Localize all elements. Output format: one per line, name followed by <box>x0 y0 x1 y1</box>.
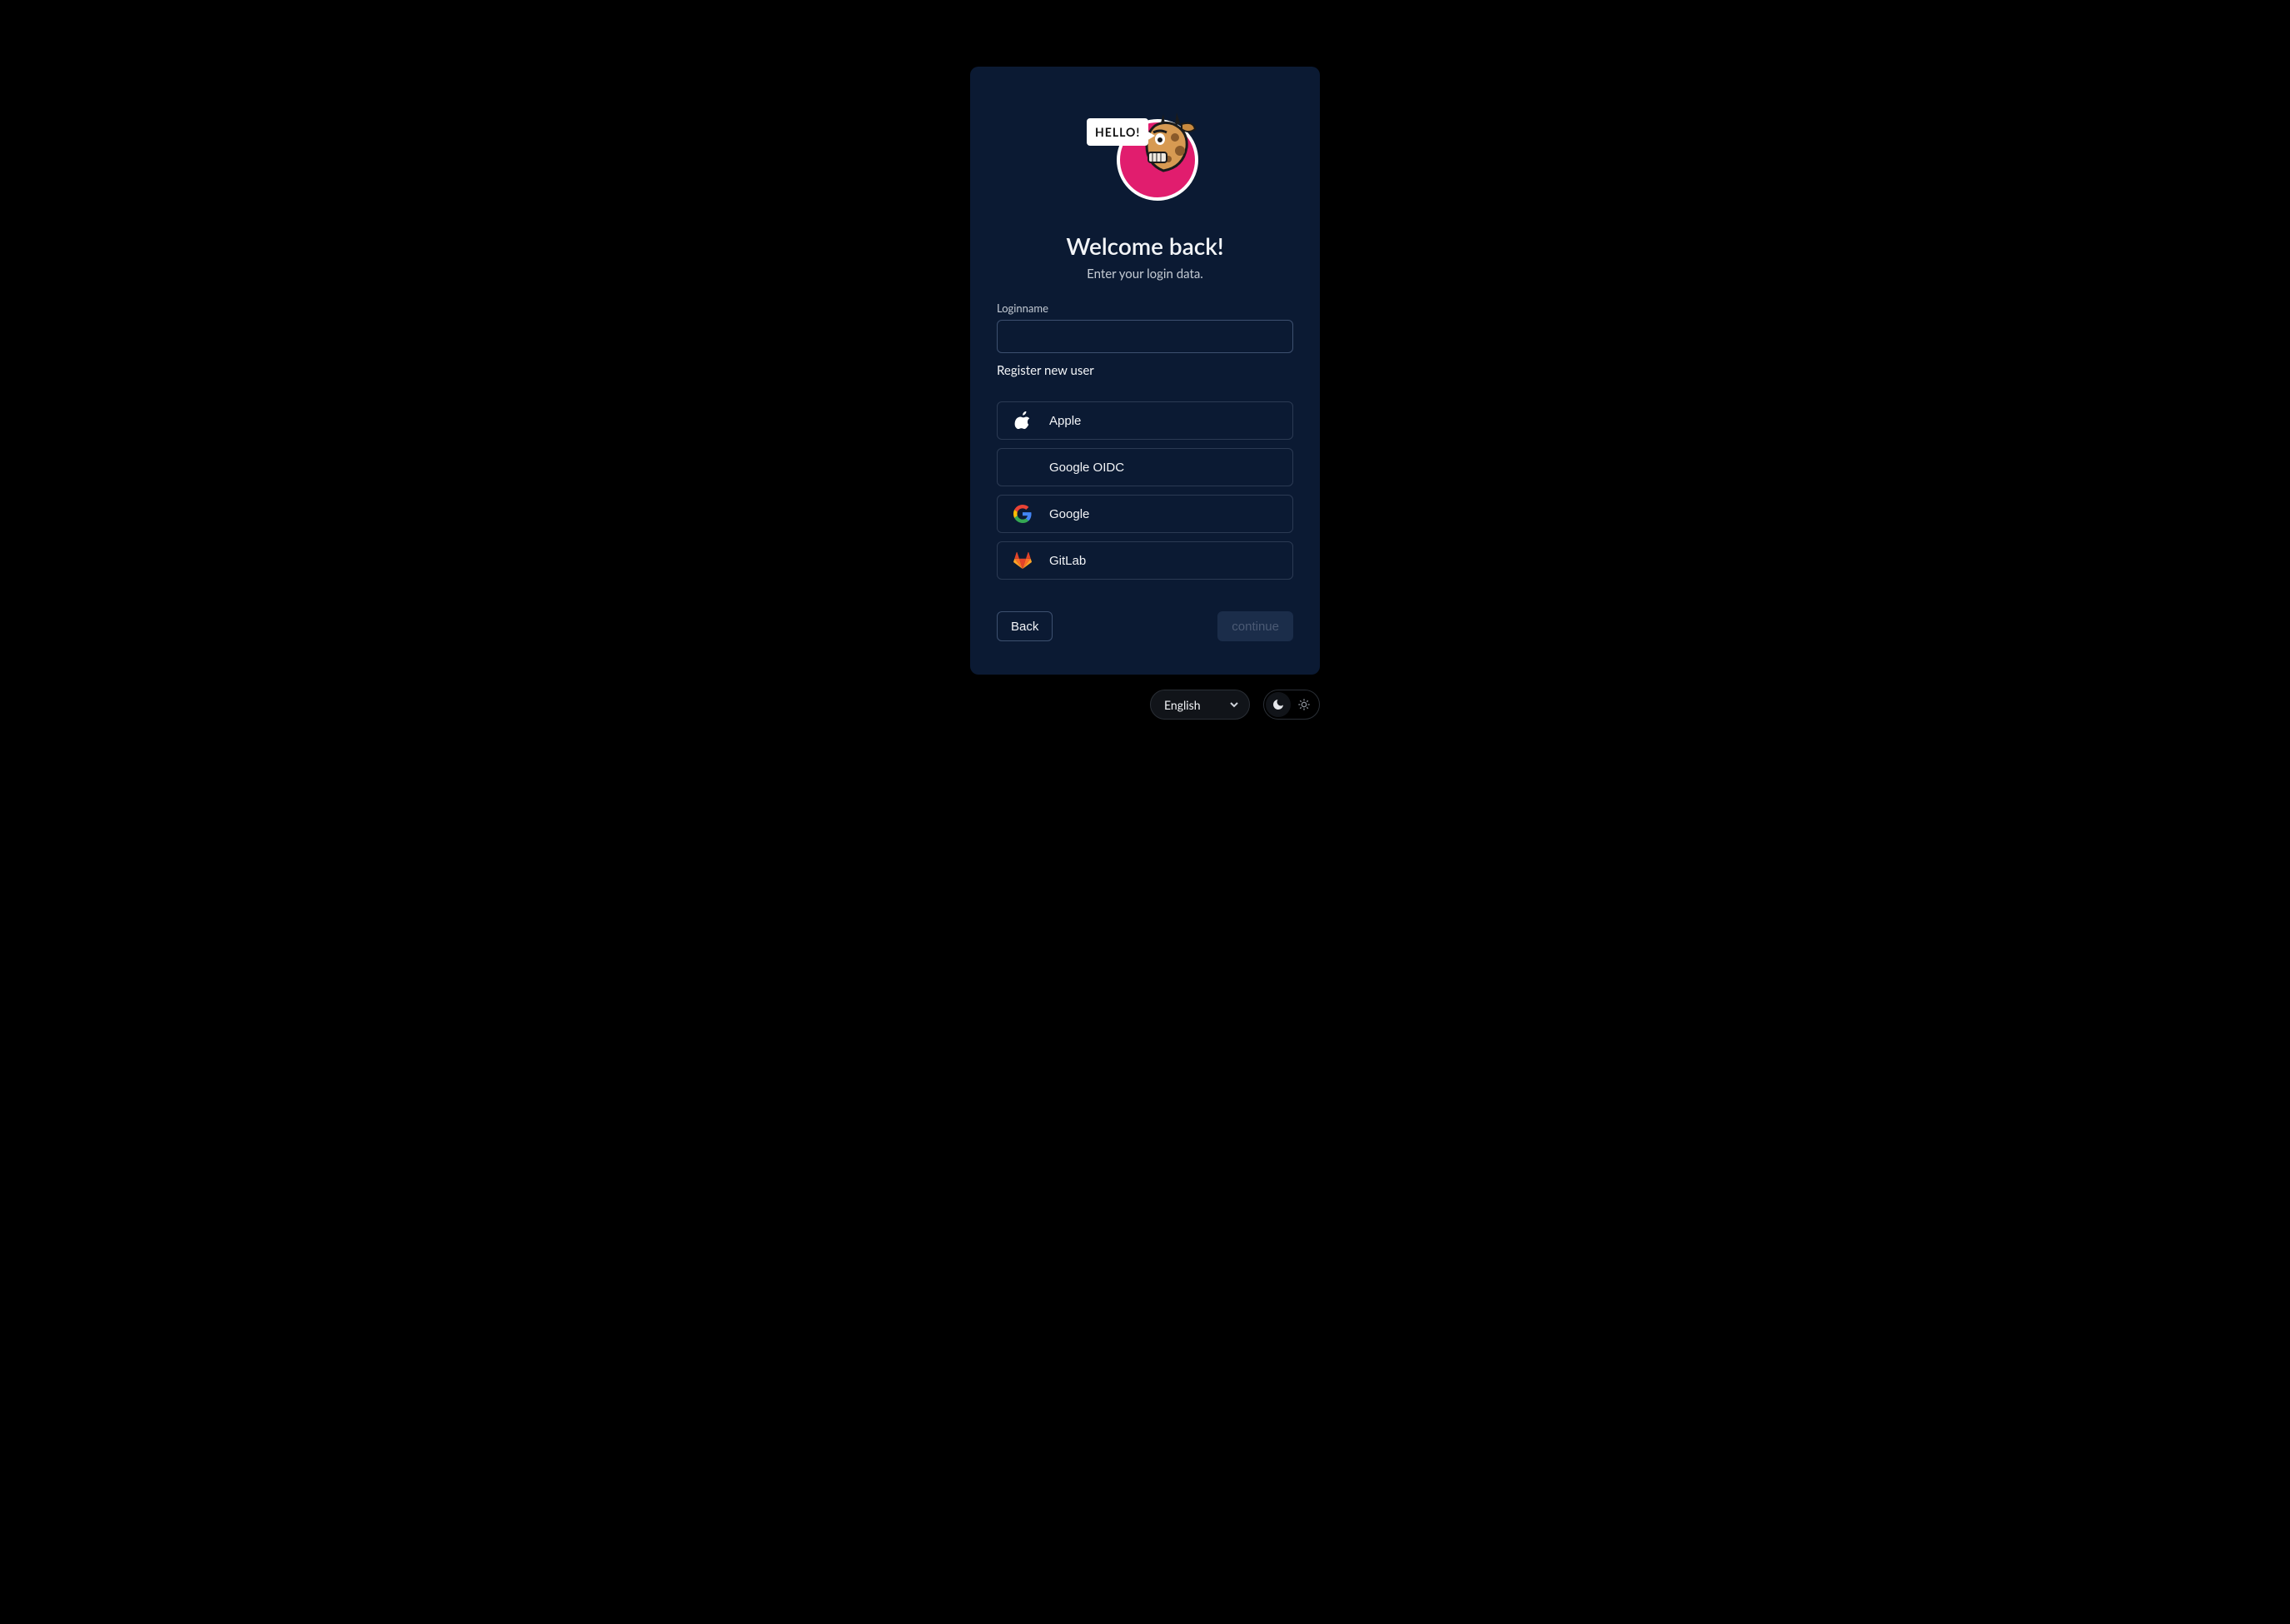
idp-google-oidc-button[interactable]: Google OIDC <box>997 448 1293 486</box>
register-link[interactable]: Register new user <box>997 363 1094 378</box>
apple-icon <box>1013 411 1033 431</box>
chevron-down-icon <box>1229 700 1239 710</box>
blank-icon <box>1013 457 1033 477</box>
action-row: Back continue <box>997 611 1293 641</box>
back-button[interactable]: Back <box>997 611 1053 641</box>
login-card: HELLO! Welcome back! Enter your login da… <box>970 67 1320 675</box>
idp-google-label: Google <box>1049 507 1277 521</box>
google-icon <box>1013 504 1033 524</box>
loginname-input[interactable] <box>997 320 1293 353</box>
speech-bubble: HELLO! <box>1087 118 1148 146</box>
language-select[interactable]: English <box>1150 690 1250 720</box>
logo: HELLO! <box>997 90 1293 215</box>
idp-apple-label: Apple <box>1049 414 1277 428</box>
theme-toggle[interactable] <box>1263 690 1320 720</box>
sun-icon <box>1291 698 1317 711</box>
moon-icon <box>1266 692 1291 717</box>
footer-bar: English <box>970 690 1320 720</box>
gitlab-icon <box>1013 550 1033 570</box>
idp-google-oidc-label: Google OIDC <box>1049 461 1277 475</box>
idp-list: Apple Google OIDC Google <box>997 401 1293 580</box>
loginname-label: Loginname <box>997 301 1293 315</box>
idp-gitlab-label: GitLab <box>1049 554 1277 568</box>
idp-gitlab-button[interactable]: GitLab <box>997 541 1293 580</box>
language-selected-label: English <box>1164 698 1201 712</box>
continue-button[interactable]: continue <box>1217 611 1293 641</box>
page-title: Welcome back! <box>997 232 1293 260</box>
page-subtitle: Enter your login data. <box>997 267 1293 281</box>
idp-google-button[interactable]: Google <box>997 495 1293 533</box>
idp-apple-button[interactable]: Apple <box>997 401 1293 440</box>
